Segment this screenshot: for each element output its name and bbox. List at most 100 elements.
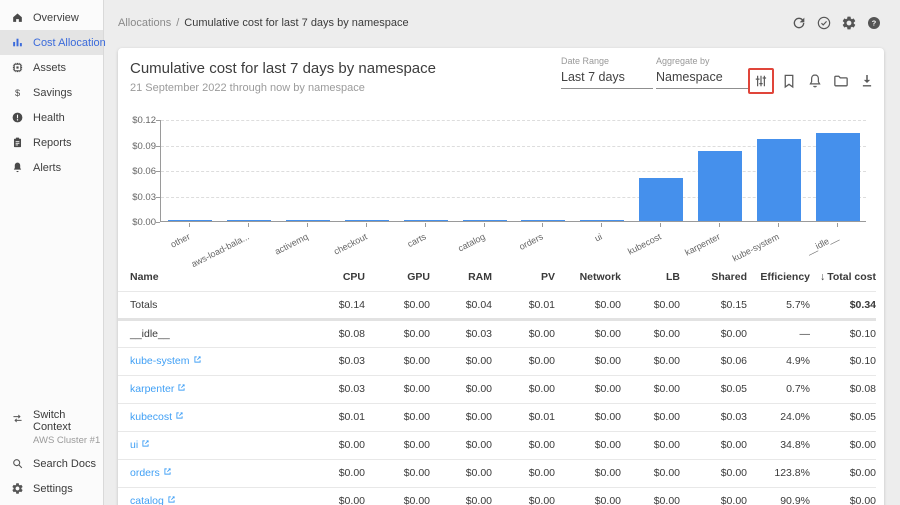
breadcrumb-allocations[interactable]: Allocations [118, 17, 171, 29]
cell-shared: $0.00 [680, 459, 747, 487]
chart-bar-carts[interactable] [404, 220, 448, 221]
swap-icon [11, 412, 24, 425]
chart-bar-orders[interactable] [521, 220, 565, 221]
bell-outline-icon[interactable] [806, 72, 824, 90]
cell-network: $0.00 [555, 459, 621, 487]
cell-cpu: $0.03 [288, 347, 365, 375]
bar-chart-icon [11, 36, 24, 49]
cell-pv: $0.00 [492, 319, 555, 347]
y-axis-tick-label: $0.00 [119, 217, 156, 228]
sidebar-item-cost-allocation[interactable]: Cost Allocation [0, 30, 103, 55]
tune-icon[interactable] [752, 72, 770, 90]
folder-icon[interactable] [832, 72, 850, 90]
column-header-gpu[interactable]: GPU [365, 263, 430, 291]
y-axis-tick [156, 120, 160, 121]
sidebar-item-alerts[interactable]: Alerts [0, 155, 103, 180]
sidebar-footer-settings[interactable]: Settings [0, 476, 103, 501]
chart-bar-checkout[interactable] [345, 220, 389, 221]
column-header-total-cost[interactable]: ↓Total cost [810, 263, 876, 291]
column-header-cpu[interactable]: CPU [288, 263, 365, 291]
cell-shared: $0.06 [680, 347, 747, 375]
column-header-ram[interactable]: RAM [430, 263, 492, 291]
date-range-value[interactable]: Last 7 days [561, 70, 653, 89]
chart-bar-karpenter[interactable] [698, 151, 742, 221]
sidebar-footer-label: Switch Context [33, 409, 103, 433]
row-name-cell: Totals [118, 291, 288, 319]
chart-bar-activemq[interactable] [286, 220, 330, 221]
namespace-link-ui[interactable]: ui [130, 439, 138, 451]
cell-efficiency: 123.8% [747, 459, 810, 487]
sidebar-item-label: Health [33, 112, 65, 124]
cell-efficiency: 34.8% [747, 431, 810, 459]
aggregate-by-value[interactable]: Namespace [656, 70, 748, 89]
page-subtitle: 21 September 2022 through now by namespa… [130, 82, 365, 94]
check-circle-icon[interactable] [816, 15, 832, 31]
column-header-network[interactable]: Network [555, 263, 621, 291]
column-header-name[interactable]: Name [118, 263, 288, 291]
x-axis-tick [837, 223, 838, 227]
row-name-cell: catalog [118, 487, 288, 505]
cell-efficiency: 24.0% [747, 403, 810, 431]
cell-efficiency: 0.7% [747, 375, 810, 403]
y-axis-tick [156, 171, 160, 172]
help-icon[interactable]: ? [866, 15, 882, 31]
cell-shared: $0.03 [680, 403, 747, 431]
external-link-icon [163, 467, 172, 476]
cell-shared: $0.00 [680, 319, 747, 347]
namespace-link-karpenter[interactable]: karpenter [130, 383, 174, 395]
column-header-efficiency[interactable]: Efficiency [747, 263, 810, 291]
sidebar-item-assets[interactable]: Assets [0, 55, 103, 80]
chart-bar-ui[interactable] [580, 220, 624, 221]
table-row-ui: ui$0.00$0.00$0.00$0.00$0.00$0.00$0.0034.… [118, 431, 876, 459]
sidebar-footer-labels: Switch ContextAWS Cluster #1 [33, 409, 103, 446]
cell-lb: $0.00 [621, 487, 680, 505]
x-axis-tick [778, 223, 779, 227]
sidebar-item-reports[interactable]: Reports [0, 130, 103, 155]
column-header-pv[interactable]: PV [492, 263, 555, 291]
cell-lb: $0.00 [621, 431, 680, 459]
date-range-select[interactable]: Date Range Last 7 days [561, 56, 653, 89]
namespace-link-kubecost[interactable]: kubecost [130, 411, 172, 423]
chart-bar-aws-load-bala[interactable] [227, 220, 271, 221]
sidebar-item-savings[interactable]: $Savings [0, 80, 103, 105]
table-row-kube-system: kube-system$0.03$0.00$0.00$0.00$0.00$0.0… [118, 347, 876, 375]
chart-bar-kube-system[interactable] [757, 139, 801, 221]
cell-gpu: $0.00 [365, 375, 430, 403]
bookmark-icon[interactable] [780, 72, 798, 90]
namespace-link-kube-system[interactable]: kube-system [130, 355, 190, 367]
breadcrumb-separator: / [176, 17, 179, 29]
sidebar-footer-switch-context[interactable]: Switch ContextAWS Cluster #1 [0, 406, 103, 451]
namespace-link-orders[interactable]: orders [130, 467, 160, 479]
refresh-icon[interactable] [791, 15, 807, 31]
chart-bar-idle[interactable] [816, 133, 860, 221]
column-header-lb[interactable]: LB [621, 263, 680, 291]
cell-pv: $0.00 [492, 431, 555, 459]
sidebar-item-overview[interactable]: Overview [0, 5, 103, 30]
download-icon[interactable] [858, 72, 876, 90]
row-name-cell: __idle__ [118, 319, 288, 347]
x-axis-tick [719, 223, 720, 227]
aggregate-by-select[interactable]: Aggregate by Namespace [656, 56, 748, 89]
column-header-shared[interactable]: Shared [680, 263, 747, 291]
cell-network: $0.00 [555, 487, 621, 505]
chart-bar-kubecost[interactable] [639, 178, 683, 221]
table-row-kubecost: kubecost$0.01$0.00$0.00$0.01$0.00$0.00$0… [118, 403, 876, 431]
table-row-karpenter: karpenter$0.03$0.00$0.00$0.00$0.00$0.00$… [118, 375, 876, 403]
cell-lb: $0.00 [621, 459, 680, 487]
allocation-table: NameCPUGPURAMPVNetworkLBSharedEfficiency… [118, 263, 876, 505]
sidebar-item-label: Cost Allocation [33, 37, 106, 49]
sidebar-item-label: Assets [33, 62, 66, 74]
gear-icon[interactable] [841, 15, 857, 31]
x-axis-tick [660, 223, 661, 227]
breadcrumb-current: Cumulative cost for last 7 days by names… [184, 17, 408, 29]
namespace-link-catalog[interactable]: catalog [130, 495, 164, 505]
aggregate-by-label: Aggregate by [656, 56, 748, 66]
error-icon [11, 111, 24, 124]
chart-bar-other[interactable] [168, 220, 212, 221]
table-header-row: NameCPUGPURAMPVNetworkLBSharedEfficiency… [118, 263, 876, 291]
cell-efficiency: 90.9% [747, 487, 810, 505]
bell-icon [11, 161, 24, 174]
chart-bar-catalog[interactable] [463, 220, 507, 221]
sidebar-footer-search-docs[interactable]: Search Docs [0, 451, 103, 476]
sidebar-item-health[interactable]: Health [0, 105, 103, 130]
